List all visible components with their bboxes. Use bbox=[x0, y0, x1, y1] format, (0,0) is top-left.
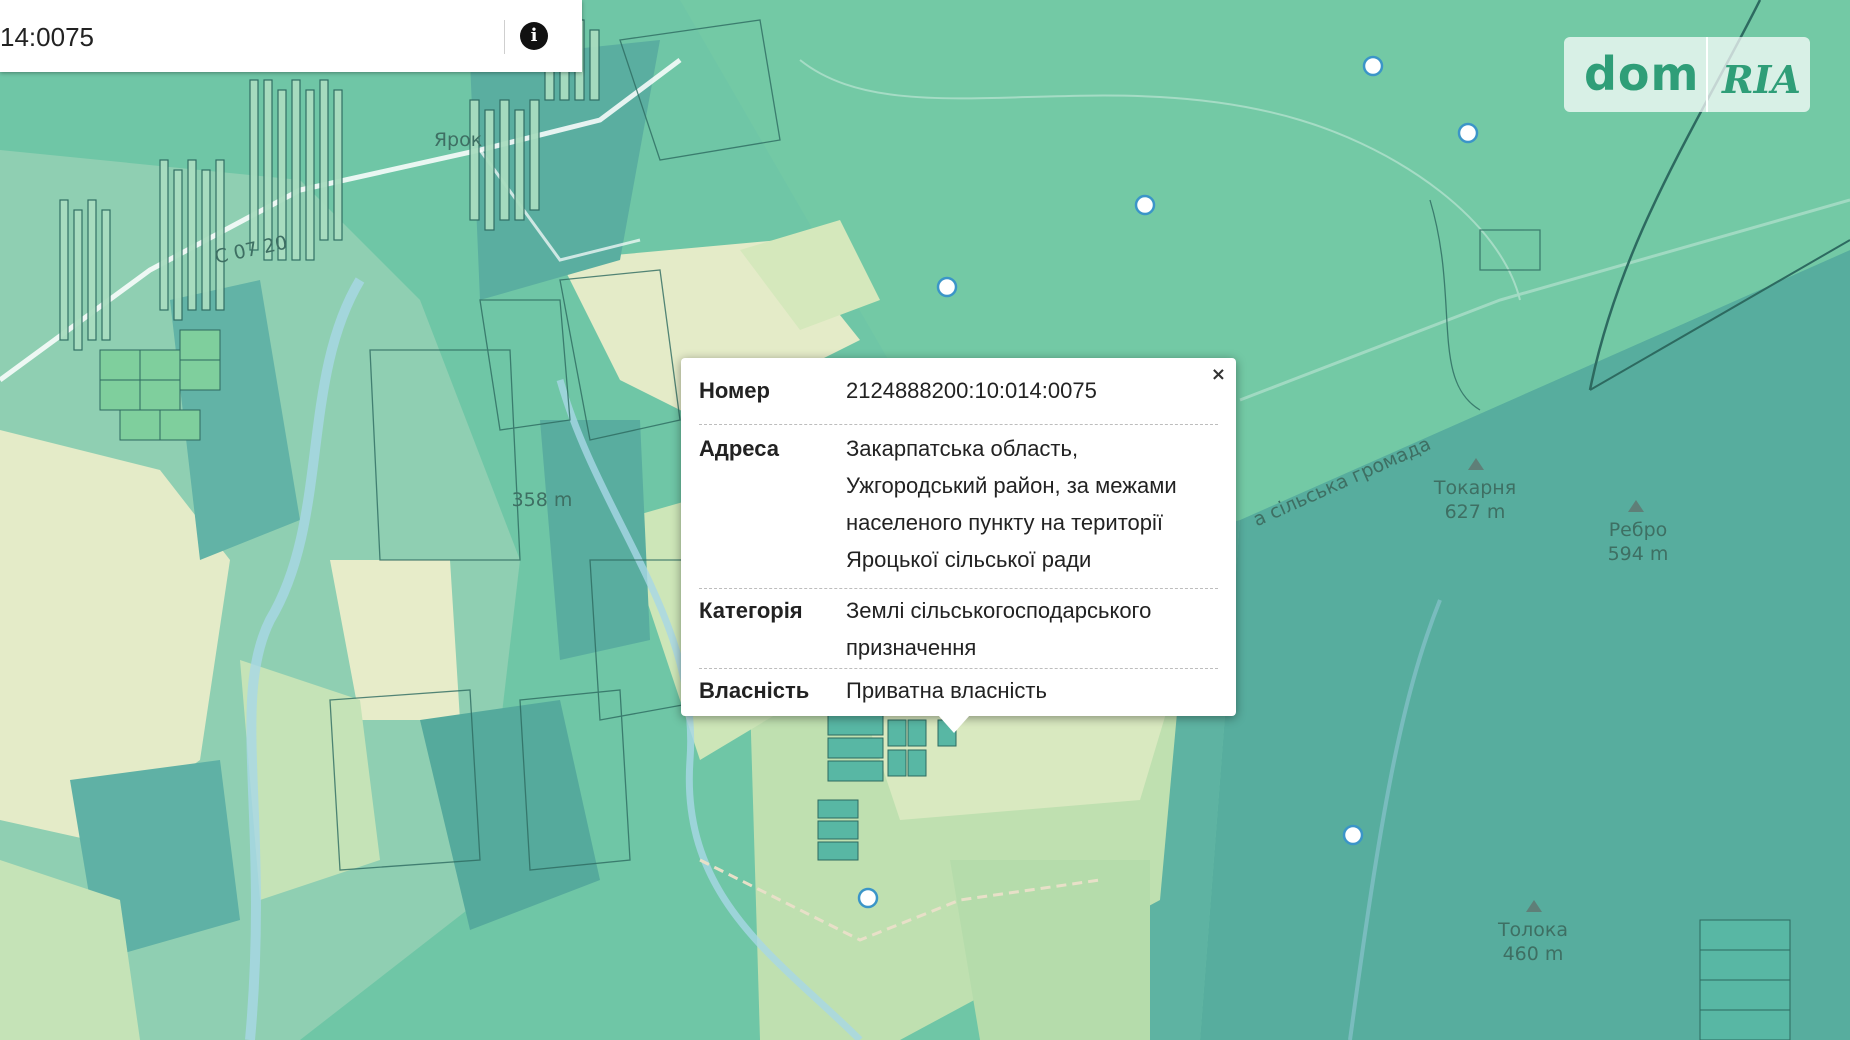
search-bar: 14:0075 i bbox=[0, 0, 582, 72]
domria-logo: dom RIA bbox=[1564, 37, 1810, 112]
row-label: Адреса bbox=[699, 436, 779, 461]
popup-row-address: Адреса Закарпатська область, Ужгородськи… bbox=[699, 424, 1218, 589]
value-line: Закарпатська область, bbox=[846, 436, 1079, 461]
logo-divider bbox=[1706, 37, 1708, 112]
popup-row-ownership: Власність Приватна власність bbox=[699, 668, 1218, 712]
logo-dom-text: dom bbox=[1584, 47, 1700, 101]
popup-row-category: Категорія Землі сільськогосподарського п… bbox=[699, 588, 1218, 669]
row-value: Землі сільськогосподарського призначення bbox=[846, 592, 1218, 666]
peak-elevation: 594 m bbox=[1607, 543, 1669, 565]
logo-ria-text: RIA bbox=[1722, 57, 1801, 102]
value-line: Землі сільськогосподарського bbox=[846, 598, 1152, 623]
row-value: Приватна власність bbox=[846, 672, 1218, 709]
value-line: Яроцької сільської ради bbox=[846, 547, 1092, 572]
value-line: призначення bbox=[846, 635, 977, 660]
popup-row-number: Номер 2124888200:10:014:0075 bbox=[699, 372, 1218, 425]
search-input[interactable]: 14:0075 bbox=[0, 22, 94, 53]
popup-pointer bbox=[938, 715, 970, 733]
search-divider bbox=[504, 20, 505, 54]
peak-name: Ребро bbox=[1608, 519, 1668, 541]
peak-name: Токарня bbox=[1433, 477, 1517, 499]
parcel-info-popup: × Номер 2124888200:10:014:0075 Адреса За… bbox=[681, 358, 1236, 716]
value-line: населеного пункту на території bbox=[846, 510, 1163, 535]
row-value: 2124888200:10:014:0075 bbox=[846, 372, 1218, 409]
row-label: Категорія bbox=[699, 598, 803, 623]
peak-label-toloka: Толока 460 m bbox=[1488, 918, 1578, 966]
value-line: 2124888200:10:014:0075 bbox=[846, 378, 1097, 403]
peak-label-rebro: Ребро 594 m bbox=[1593, 518, 1683, 566]
village-label: Ярок bbox=[433, 129, 483, 151]
info-icon[interactable]: i bbox=[520, 22, 548, 50]
peak-name: Толока bbox=[1497, 919, 1569, 941]
elevation-label: 358 m bbox=[511, 489, 573, 511]
value-line: Ужгородський район, за межами bbox=[846, 473, 1177, 498]
peak-elevation: 627 m bbox=[1444, 501, 1506, 523]
row-label: Власність bbox=[699, 678, 810, 703]
row-label: Номер bbox=[699, 378, 770, 403]
peak-label-tokarnia: Токарня 627 m bbox=[1425, 476, 1525, 524]
value-line: Приватна власність bbox=[846, 678, 1047, 703]
peak-elevation: 460 m bbox=[1502, 943, 1564, 965]
row-value: Закарпатська область, Ужгородський район… bbox=[846, 430, 1218, 578]
